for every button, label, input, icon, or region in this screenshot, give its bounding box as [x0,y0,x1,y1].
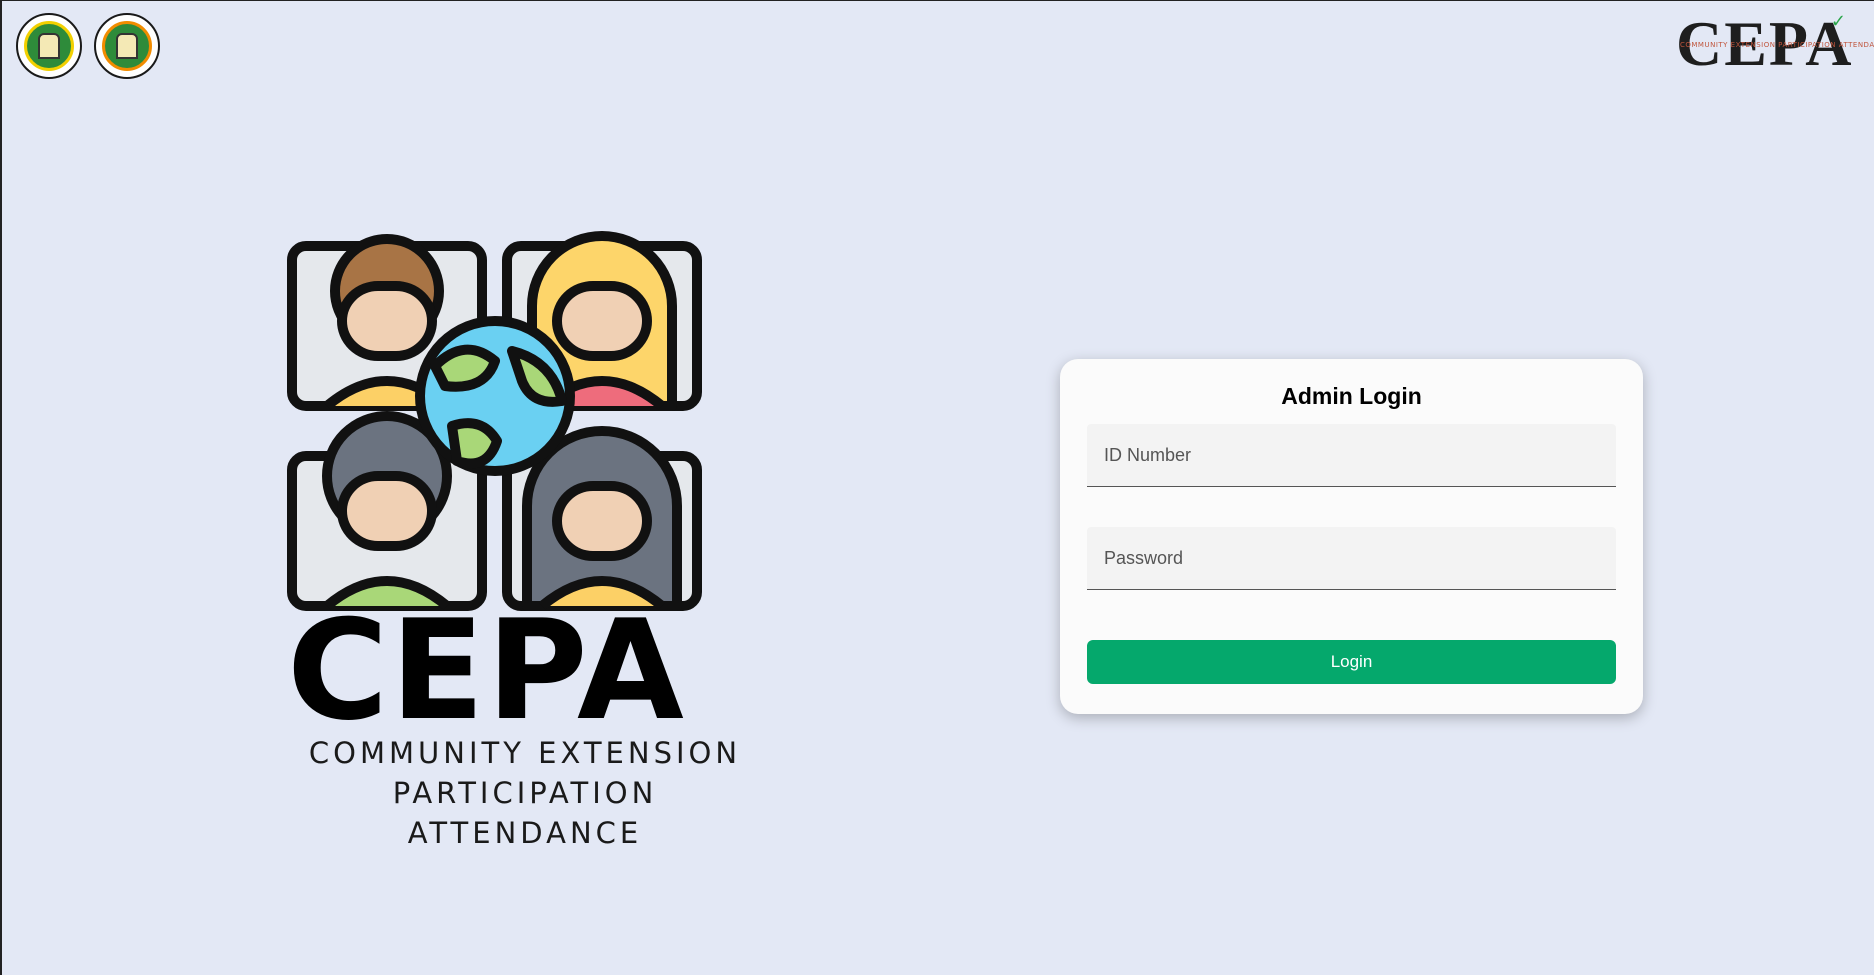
hero-subtitle: COMMUNITY EXTENSION PARTICIPATION ATTEND… [290,733,760,853]
brand-tagline: COMMUNITY EXTENSION PARTICIPATION ATTEND… [1680,41,1874,49]
hero-subtitle-line2: PARTICIPATION ATTENDANCE [392,776,658,850]
checkmark-icon: ✓ [1830,11,1846,32]
cepa-brand-logo: CEPA COMMUNITY EXTENSION PARTICIPATION A… [1676,11,1874,77]
password-input[interactable] [1104,547,1599,569]
gordon-college-ccs-seal [94,13,160,79]
login-card: Admin Login Login [1060,359,1643,714]
id-number-input[interactable] [1104,444,1599,466]
hero-subtitle-line1: COMMUNITY EXTENSION [308,736,742,770]
gordon-college-seal [16,13,82,79]
hero-title: CEPA [287,590,686,751]
login-title: Admin Login [1281,383,1422,409]
people-globe-illustration [287,191,703,611]
password-field-wrapper [1087,527,1616,590]
id-number-field-wrapper [1087,424,1616,487]
login-button[interactable]: Login [1087,640,1616,684]
